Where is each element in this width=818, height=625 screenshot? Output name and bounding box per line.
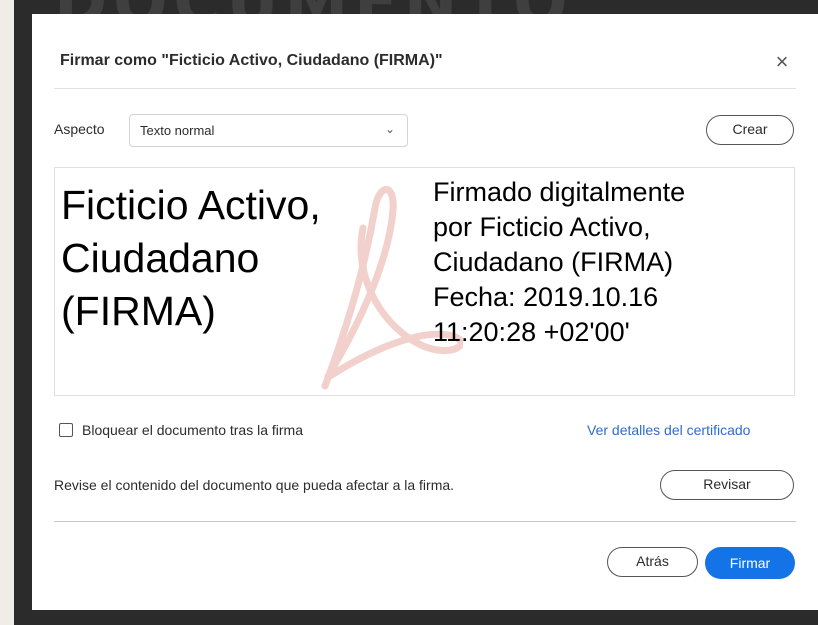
signer-name-text: Ficticio Activo, Ciudadano (FIRMA) bbox=[61, 182, 321, 334]
certificate-details-link[interactable]: Ver detalles del certificado bbox=[587, 422, 750, 438]
chevron-down-icon: ⌄ bbox=[384, 122, 395, 136]
appearance-selected-value: Texto normal bbox=[140, 123, 215, 138]
sign-button[interactable]: Firmar bbox=[705, 547, 795, 579]
footer-divider bbox=[54, 521, 796, 522]
review-notice-text: Revise el contenido del documento que pu… bbox=[54, 477, 455, 493]
lock-document-checkbox[interactable] bbox=[59, 423, 73, 437]
signature-details-text: Firmado digitalmente por Ficticio Activo… bbox=[433, 177, 686, 347]
back-button[interactable]: Atrás bbox=[607, 547, 698, 577]
sign-dialog: Firmar como "Ficticio Activo, Ciudadano … bbox=[32, 14, 818, 610]
create-button[interactable]: Crear bbox=[706, 115, 794, 145]
lock-document-label: Bloquear el documento tras la firma bbox=[82, 422, 303, 438]
header-divider bbox=[54, 88, 796, 89]
dialog-title: Firmar como "Ficticio Activo, Ciudadano … bbox=[60, 52, 443, 69]
appearance-label: Aspecto bbox=[54, 121, 105, 137]
appearance-select[interactable]: Texto normal ⌄ bbox=[129, 114, 408, 147]
close-icon[interactable]: × bbox=[770, 50, 794, 74]
signature-preview: Ficticio Activo, Ciudadano (FIRMA) Firma… bbox=[54, 167, 795, 396]
review-button[interactable]: Revisar bbox=[660, 470, 794, 500]
